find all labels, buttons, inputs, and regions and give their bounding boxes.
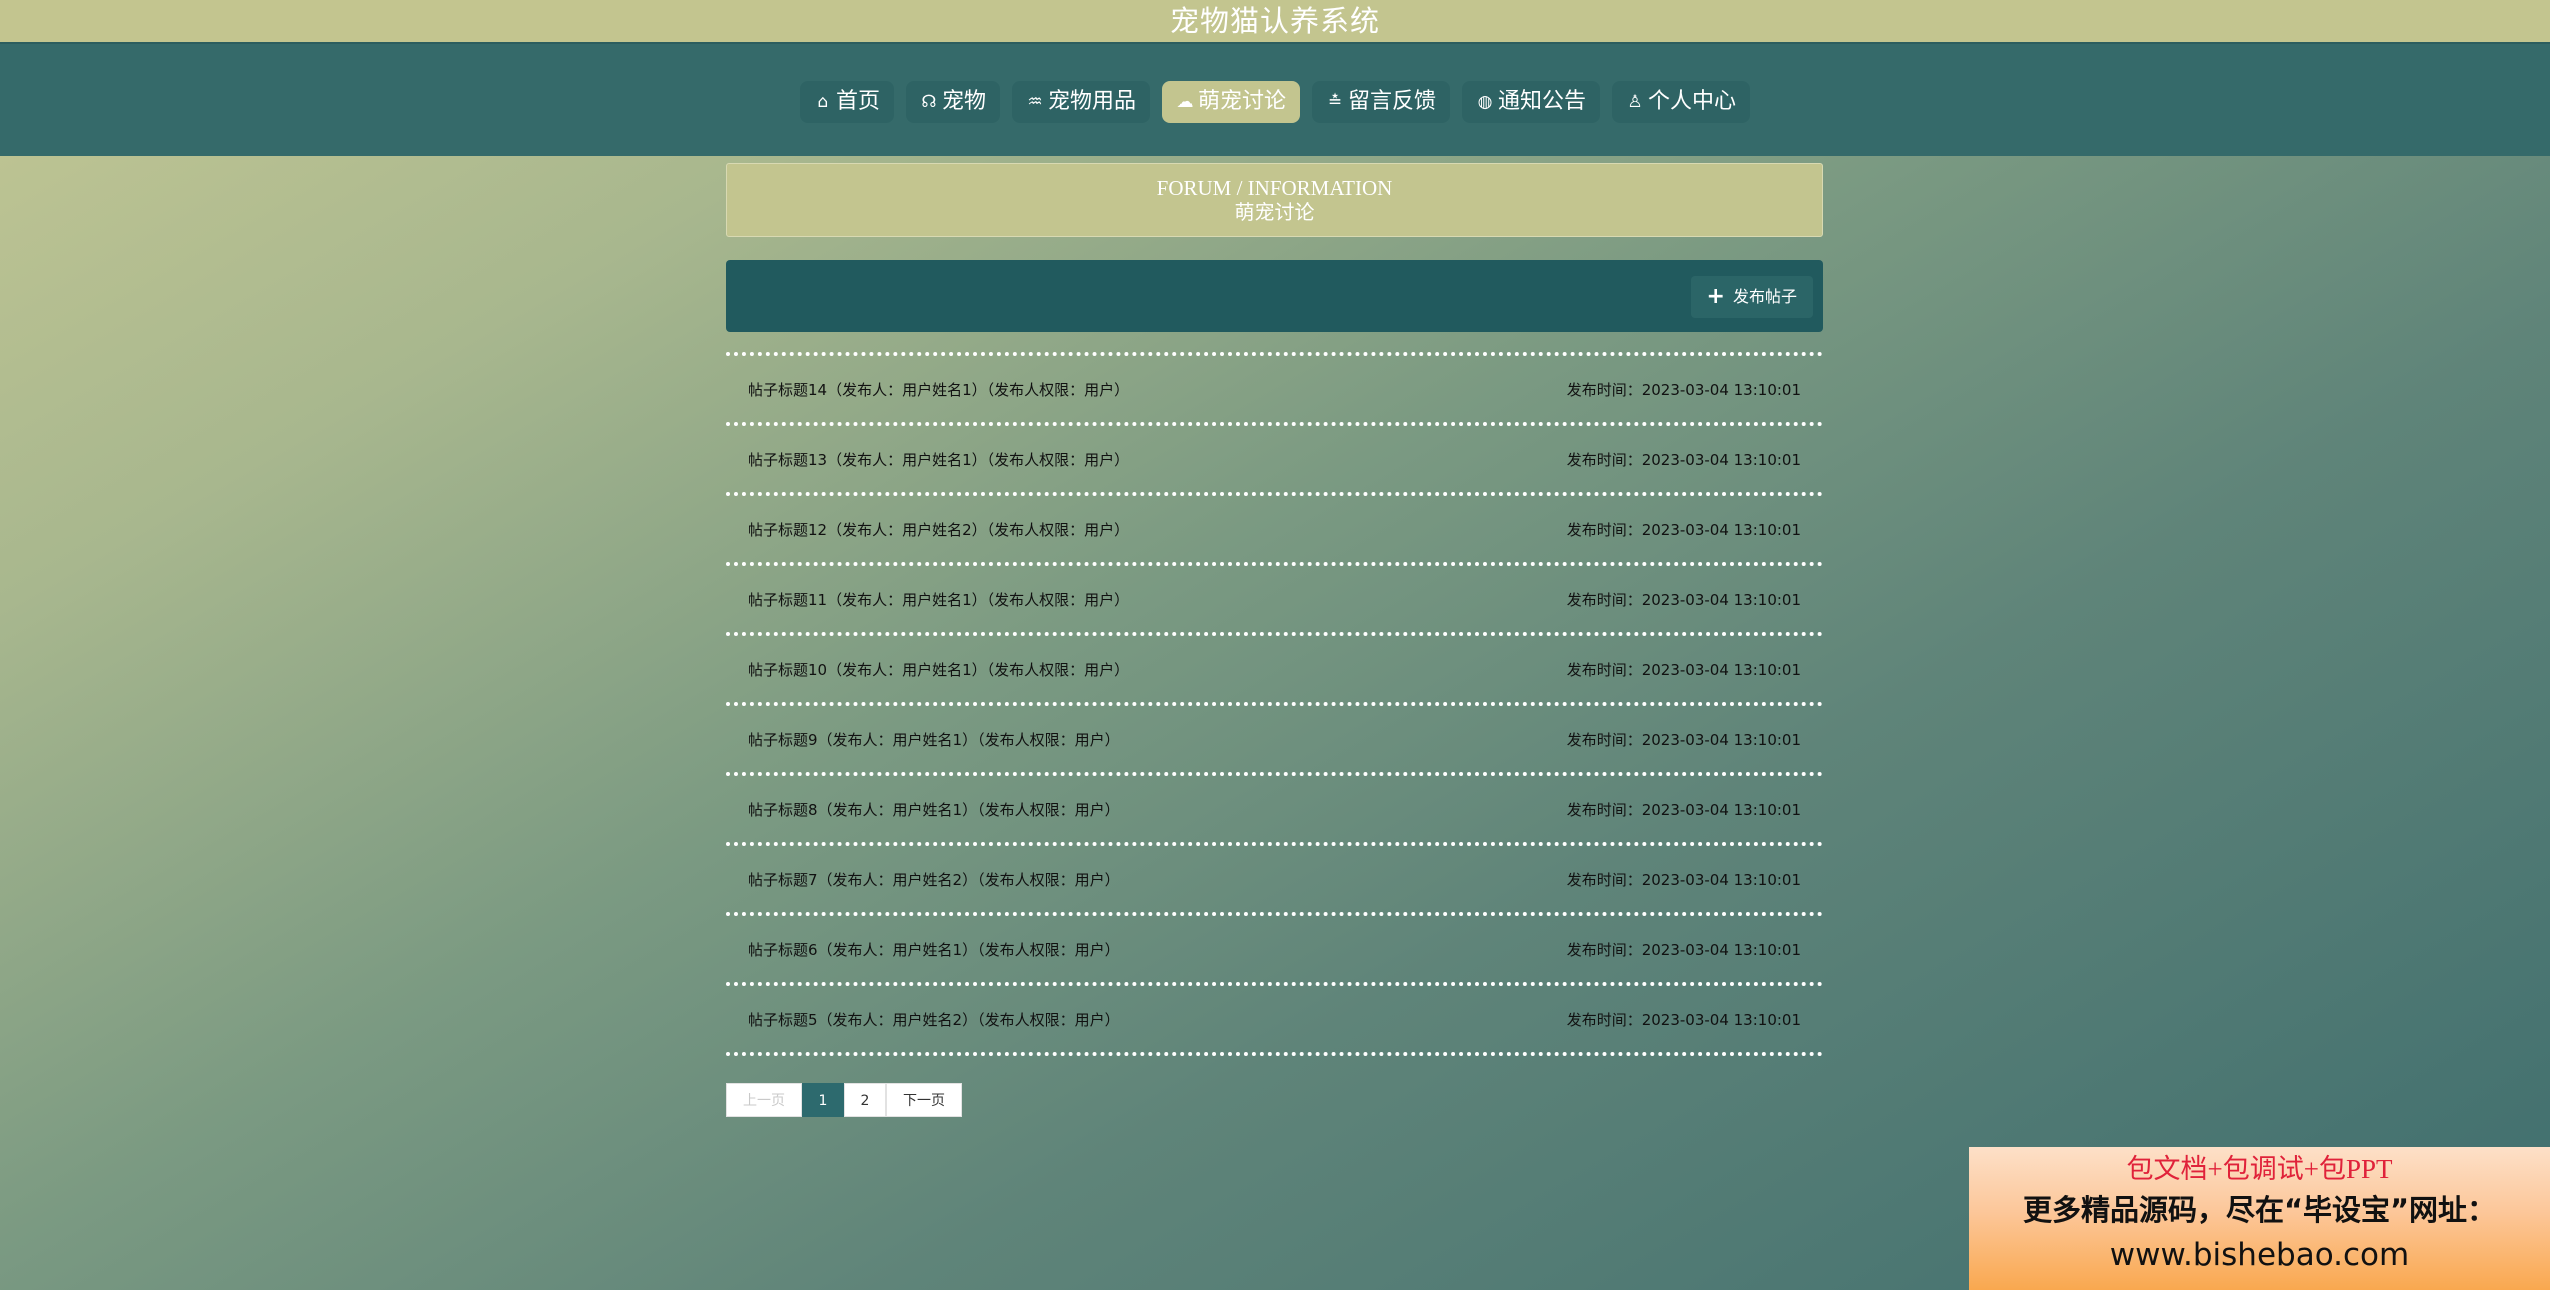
- post-row[interactable]: 帖子标题8（发布人：用户姓名1）（发布人权限：用户） 发布时间：2023-03-0…: [726, 772, 1823, 842]
- post-row[interactable]: 帖子标题12（发布人：用户姓名2）（发布人权限：用户） 发布时间：2023-03-…: [726, 492, 1823, 562]
- user-icon: ♙: [1627, 92, 1643, 112]
- sliders-icon: ≛: [1327, 92, 1343, 112]
- nav-item-1[interactable]: ☊ 宠物: [905, 81, 1000, 123]
- post-title[interactable]: 帖子标题10（发布人：用户姓名1）（发布人权限：用户）: [748, 659, 1129, 680]
- nav-item-label: 通知公告: [1498, 89, 1587, 114]
- banner-chinese-title: 萌宠讨论: [1234, 202, 1315, 224]
- post-row[interactable]: 帖子标题11（发布人：用户姓名1）（发布人权限：用户） 发布时间：2023-03-…: [726, 562, 1823, 632]
- main-nav-bar: ⌂ 首页 ☊ 宠物 ♒ 宠物用品 ☁ 萌宠讨论 ≛ 留言反馈 ◍ 通知公告 ♙ 个人中心: [0, 42, 2550, 156]
- post-time: 发布时间：2023-03-04 13:10:01: [1566, 940, 1801, 959]
- post-title[interactable]: 帖子标题6（发布人：用户姓名1）（发布人权限：用户）: [748, 939, 1120, 960]
- post-time: 发布时间：2023-03-04 13:10:01: [1566, 450, 1801, 469]
- post-list: 帖子标题14（发布人：用户姓名1）（发布人权限：用户） 发布时间：2023-03-…: [726, 352, 1823, 1060]
- post-row[interactable]: 帖子标题13（发布人：用户姓名1）（发布人权限：用户） 发布时间：2023-03-…: [726, 422, 1823, 492]
- pet-icon: ☊: [921, 92, 937, 112]
- app-title: 宠物猫认养系统: [0, 0, 2550, 42]
- post-row[interactable]: 帖子标题10（发布人：用户姓名1）（发布人权限：用户） 发布时间：2023-03-…: [726, 632, 1823, 702]
- post-time: 发布时间：2023-03-04 13:10:01: [1566, 380, 1801, 399]
- nav-item-0[interactable]: ⌂ 首页: [799, 81, 894, 123]
- post-row[interactable]: 帖子标题5（发布人：用户姓名2）（发布人权限：用户） 发布时间：2023-03-0…: [726, 982, 1823, 1052]
- nav-item-label: 留言反馈: [1348, 89, 1437, 114]
- nav-item-label: 宠物用品: [1047, 89, 1136, 114]
- nav-item-6[interactable]: ♙ 个人中心: [1612, 81, 1751, 123]
- post-time: 发布时间：2023-03-04 13:10:01: [1566, 660, 1801, 679]
- advert-banner[interactable]: 包文档+包调试+包PPT 更多精品源码，尽在“毕设宝”网址： www.bishe…: [1969, 1147, 2550, 1290]
- pagination: 上一页 1 2 下一页: [726, 1083, 962, 1117]
- post-time: 发布时间：2023-03-04 13:10:01: [1566, 870, 1801, 889]
- nav-item-label: 萌宠讨论: [1197, 89, 1286, 114]
- post-row[interactable]: 帖子标题14（发布人：用户姓名1）（发布人权限：用户） 发布时间：2023-03-…: [726, 352, 1823, 422]
- post-time: 发布时间：2023-03-04 13:10:01: [1566, 730, 1801, 749]
- nav-item-2[interactable]: ♒ 宠物用品: [1011, 81, 1150, 123]
- home-icon: ⌂: [817, 92, 829, 112]
- globe-icon: ◍: [1477, 92, 1493, 112]
- page-banner: FORUM / INFORMATION 萌宠讨论: [726, 163, 1823, 237]
- post-row[interactable]: 帖子标题7（发布人：用户姓名2）（发布人权限：用户） 发布时间：2023-03-0…: [726, 842, 1823, 912]
- cloud-icon: ☁: [1176, 92, 1194, 112]
- advert-line-2: 更多精品源码，尽在“毕设宝”网址：: [2022, 1193, 2497, 1227]
- next-page-button[interactable]: 下一页: [886, 1083, 962, 1117]
- plus-icon: +: [1706, 284, 1725, 309]
- post-row[interactable]: 帖子标题9（发布人：用户姓名1）（发布人权限：用户） 发布时间：2023-03-0…: [726, 702, 1823, 772]
- advert-url[interactable]: www.bishebao.com: [1969, 1233, 2550, 1277]
- page-button-2[interactable]: 2: [844, 1083, 886, 1117]
- post-title[interactable]: 帖子标题5（发布人：用户姓名2）（发布人权限：用户）: [748, 1009, 1120, 1030]
- post-time: 发布时间：2023-03-04 13:10:01: [1566, 520, 1801, 539]
- nav-item-4[interactable]: ≛ 留言反馈: [1312, 81, 1451, 123]
- prev-page-button: 上一页: [726, 1083, 802, 1117]
- nav-item-label: 首页: [835, 89, 880, 114]
- post-title[interactable]: 帖子标题8（发布人：用户姓名1）（发布人权限：用户）: [748, 799, 1120, 820]
- add-post-label: 发布帖子: [1732, 287, 1797, 306]
- forum-toolbar: + 发布帖子: [726, 260, 1823, 332]
- page-button-1[interactable]: 1: [802, 1083, 844, 1117]
- post-title[interactable]: 帖子标题7（发布人：用户姓名2）（发布人权限：用户）: [748, 869, 1120, 890]
- post-time: 发布时间：2023-03-04 13:10:01: [1566, 1010, 1801, 1029]
- post-row[interactable]: 帖子标题6（发布人：用户姓名1）（发布人权限：用户） 发布时间：2023-03-0…: [726, 912, 1823, 982]
- main-nav: ⌂ 首页 ☊ 宠物 ♒ 宠物用品 ☁ 萌宠讨论 ≛ 留言反馈 ◍ 通知公告 ♙ 个人中心: [0, 81, 2550, 123]
- nav-item-label: 个人中心: [1648, 89, 1737, 114]
- post-title[interactable]: 帖子标题11（发布人：用户姓名1）（发布人权限：用户）: [748, 589, 1129, 610]
- nav-item-label: 宠物: [941, 89, 986, 114]
- post-time: 发布时间：2023-03-04 13:10:01: [1566, 590, 1801, 609]
- add-post-button[interactable]: + 发布帖子: [1690, 276, 1813, 318]
- post-title[interactable]: 帖子标题14（发布人：用户姓名1）（发布人权限：用户）: [748, 379, 1129, 400]
- post-title[interactable]: 帖子标题13（发布人：用户姓名1）（发布人权限：用户）: [748, 449, 1129, 470]
- banner-english-title: FORUM / INFORMATION: [1156, 176, 1393, 200]
- nav-item-5[interactable]: ◍ 通知公告: [1462, 81, 1601, 123]
- nav-item-3[interactable]: ☁ 萌宠讨论: [1161, 81, 1300, 123]
- advert-line-1: 包文档+包调试+包PPT: [2126, 1154, 2393, 1184]
- supplies-icon: ♒: [1027, 92, 1043, 112]
- post-title[interactable]: 帖子标题12（发布人：用户姓名2）（发布人权限：用户）: [748, 519, 1129, 540]
- post-time: 发布时间：2023-03-04 13:10:01: [1566, 800, 1801, 819]
- post-title[interactable]: 帖子标题9（发布人：用户姓名1）（发布人权限：用户）: [748, 729, 1120, 750]
- list-divider: [726, 1052, 1823, 1060]
